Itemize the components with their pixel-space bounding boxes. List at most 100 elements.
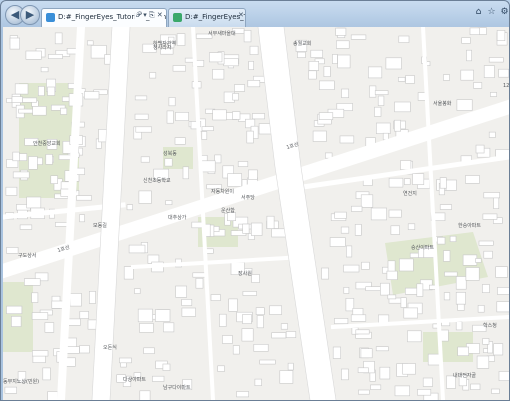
place-label: 운산합: [221, 207, 235, 214]
map-view[interactable]: 하백자관역 서부새마을대 청사라사 송월교회 안천중앙교회 성북동 신천초등학교 모동길 대추상…: [3, 27, 509, 400]
building: [164, 158, 173, 167]
building: [271, 332, 287, 339]
building: [400, 297, 407, 308]
building: [44, 322, 55, 333]
place-label: 내대전자골: [453, 372, 476, 379]
building: [341, 368, 349, 381]
building: [6, 247, 19, 254]
building: [126, 204, 133, 211]
building: [456, 99, 473, 111]
building: [14, 83, 29, 95]
building: [256, 315, 264, 329]
place-label: 송월교회: [293, 40, 311, 47]
place-label: 한승아파트: [458, 222, 481, 229]
building: [310, 49, 323, 58]
building: [248, 169, 258, 180]
building: [210, 294, 221, 301]
building: [400, 160, 412, 170]
home-icon[interactable]: ⌂: [473, 7, 484, 18]
building: [12, 151, 20, 162]
building: [297, 51, 306, 59]
tab-second[interactable]: D:#_FingerEyes_Tutorials_...: [168, 8, 246, 27]
building: [443, 250, 451, 262]
building: [455, 276, 467, 290]
building: [232, 93, 239, 101]
building: [374, 106, 382, 117]
place-label: 오돈식: [103, 344, 117, 351]
building: [465, 175, 480, 184]
building: [397, 76, 406, 82]
building: [465, 267, 480, 281]
building: [351, 205, 363, 212]
building: [462, 254, 478, 266]
building: [354, 224, 362, 236]
back-arrow-icon: ◀: [10, 8, 20, 21]
building: [360, 194, 374, 208]
place-label: 다상아파트: [123, 376, 146, 383]
building: [350, 314, 367, 322]
tab-controls[interactable]: 𝒫 ▾ ⎘ ✕: [135, 11, 164, 20]
building: [375, 122, 391, 134]
close-tab-icon[interactable]: ✕: [238, 11, 244, 19]
forward-button[interactable]: ▶: [20, 5, 40, 25]
building: [445, 179, 457, 191]
building: [134, 95, 148, 101]
place-label: 승산이파트: [411, 244, 434, 251]
building: [242, 314, 252, 324]
building: [443, 292, 451, 301]
building: [236, 391, 249, 398]
building: [367, 66, 383, 79]
building: [79, 311, 90, 319]
building: [279, 370, 294, 384]
building: [377, 95, 385, 106]
building: [135, 126, 152, 133]
building: [312, 130, 327, 142]
gear-icon[interactable]: ⚙: [499, 7, 510, 18]
building: [498, 68, 509, 78]
building: [332, 346, 342, 359]
building: [334, 318, 349, 324]
building: [162, 363, 171, 371]
building: [232, 345, 240, 355]
building: [90, 45, 107, 59]
building: [219, 313, 227, 327]
building: [341, 88, 349, 98]
building: [334, 211, 347, 219]
building: [223, 58, 239, 67]
building: [31, 292, 39, 303]
building: [137, 308, 153, 323]
building: [134, 288, 141, 294]
star-icon[interactable]: ☆: [486, 7, 497, 18]
building: [54, 32, 63, 45]
building: [254, 378, 262, 387]
building: [443, 74, 450, 81]
building: [399, 258, 414, 272]
building: [488, 131, 496, 138]
building: [149, 72, 157, 79]
building: [6, 305, 23, 315]
building: [84, 91, 100, 100]
building: [321, 267, 329, 280]
building: [340, 226, 350, 234]
place-label: 연건지: [403, 190, 417, 197]
building: [370, 207, 388, 221]
building: [168, 97, 176, 107]
building: [437, 237, 446, 245]
building: [42, 367, 51, 381]
building: [139, 390, 151, 400]
building: [18, 108, 34, 114]
building: [285, 331, 297, 338]
building: [19, 224, 33, 230]
building: [379, 366, 391, 380]
building: [405, 75, 415, 84]
place-label: 대추상가: [168, 214, 187, 221]
building: [308, 60, 319, 71]
place-label: 안천중앙교회: [33, 140, 61, 147]
building: [47, 391, 59, 400]
building: [403, 307, 418, 319]
building: [357, 367, 369, 373]
building: [26, 196, 42, 209]
building: [22, 97, 37, 103]
building: [343, 286, 350, 294]
building: [398, 35, 410, 43]
